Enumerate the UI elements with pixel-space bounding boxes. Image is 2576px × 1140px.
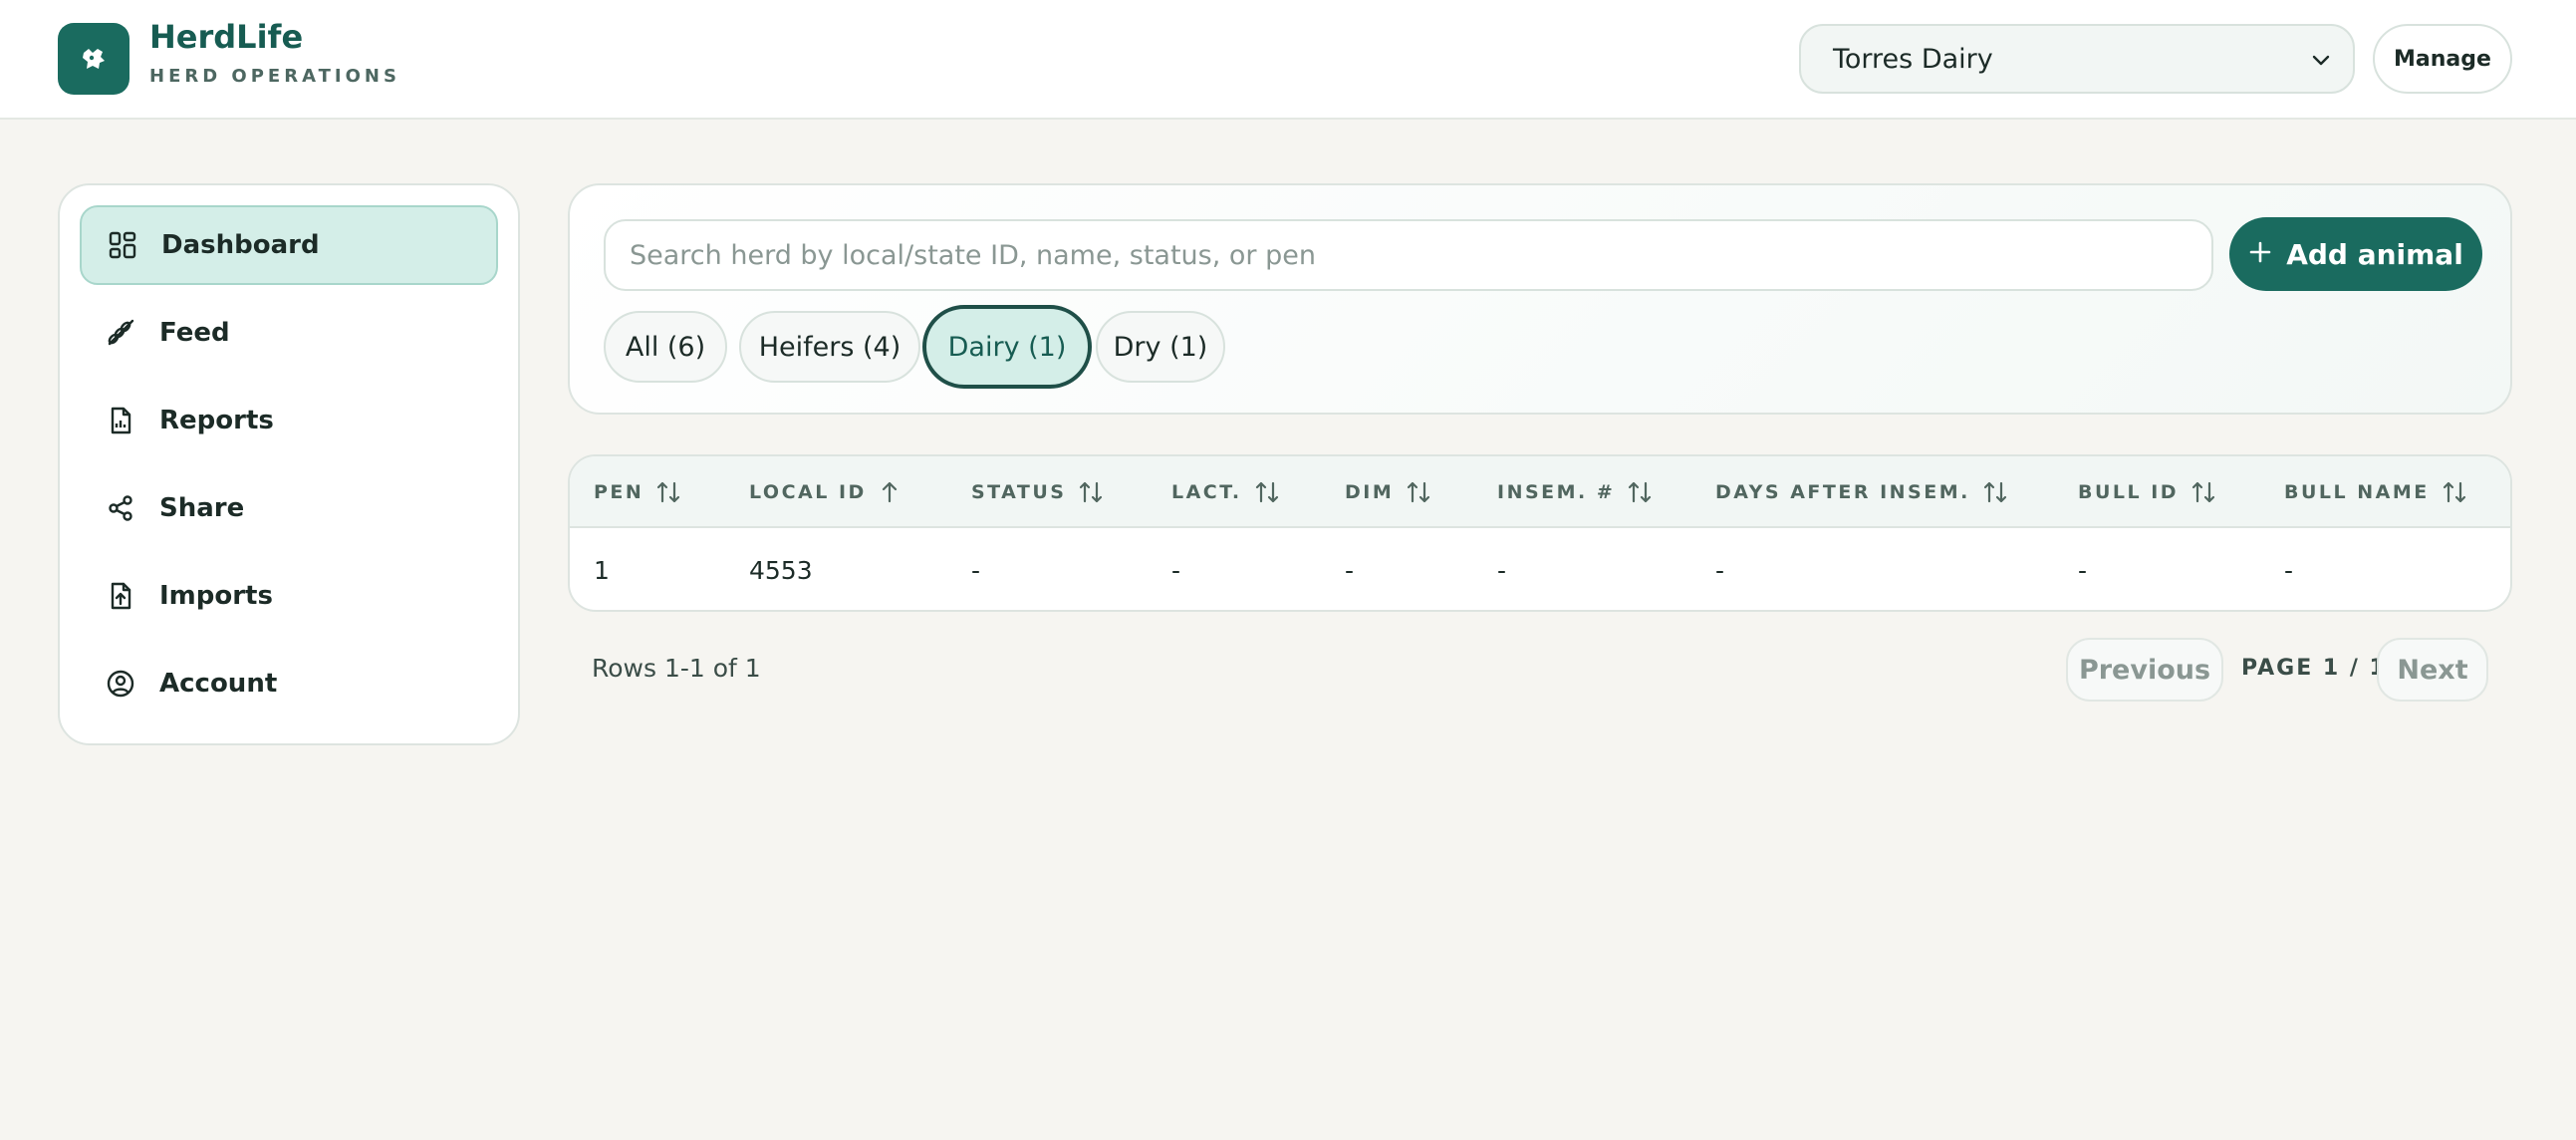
search-input[interactable]	[604, 219, 2213, 291]
filter-chip-dry[interactable]: Dry (1)	[1096, 311, 1225, 383]
column-header-bull-id[interactable]: BULL ID	[2078, 480, 2216, 504]
column-header-pen[interactable]: PEN	[594, 480, 681, 504]
add-animal-button[interactable]: Add animal	[2229, 217, 2482, 291]
share-icon	[104, 491, 137, 525]
chevron-down-icon	[2309, 48, 2333, 79]
dashboard-grid-icon	[106, 228, 139, 262]
herd-select-value: Torres Dairy	[1833, 43, 1993, 75]
column-header-local-id[interactable]: LOCAL ID	[749, 480, 901, 504]
sidebar-item-label: Imports	[159, 581, 273, 611]
report-file-icon	[104, 404, 137, 437]
plus-icon	[2248, 238, 2272, 271]
sidebar-item-dashboard[interactable]: Dashboard	[80, 205, 498, 285]
cell-bull-id: -	[2078, 556, 2088, 585]
sort-icon	[1254, 480, 1280, 504]
sidebar-item-feed[interactable]: Feed	[80, 293, 498, 373]
column-header-dim[interactable]: DIM	[1345, 480, 1431, 504]
sidebar-item-label: Share	[159, 493, 245, 523]
sort-icon	[1627, 480, 1653, 504]
cell-pen: 1	[594, 556, 610, 585]
herd-select[interactable]: Torres Dairy	[1799, 24, 2355, 94]
user-circle-icon	[104, 667, 137, 701]
cell-insem-count: -	[1497, 556, 1507, 585]
column-header-lact[interactable]: LACT.	[1171, 480, 1280, 504]
upload-file-icon	[104, 579, 137, 613]
previous-button[interactable]: Previous	[2066, 638, 2223, 702]
cell-days-after-insem: -	[1715, 556, 1725, 585]
sidebar-item-label: Reports	[159, 406, 274, 435]
sort-icon	[1982, 480, 2008, 504]
brand-subtitle: HERD OPERATIONS	[149, 66, 400, 87]
filter-chip-all[interactable]: All (6)	[604, 311, 727, 383]
table-header: PEN LOCAL ID STATUS LACT. DIM INSEM. # D…	[570, 456, 2510, 528]
filter-chip-dairy[interactable]: Dairy (1)	[922, 305, 1092, 389]
column-header-bull-name[interactable]: BULL NAME	[2284, 480, 2467, 504]
rows-info: Rows 1-1 of 1	[592, 654, 761, 683]
filter-chip-heifers[interactable]: Heifers (4)	[739, 311, 920, 383]
cell-dim: -	[1345, 556, 1355, 585]
sort-icon	[1406, 480, 1431, 504]
brand-name: HerdLife	[149, 18, 304, 56]
herd-logo-icon	[58, 23, 129, 95]
sidebar-item-label: Account	[159, 669, 278, 699]
sort-icon	[1078, 480, 1104, 504]
cell-status: -	[971, 556, 981, 585]
cell-lact: -	[1171, 556, 1181, 585]
sidebar-item-account[interactable]: Account	[80, 644, 498, 723]
next-button[interactable]: Next	[2377, 638, 2488, 702]
manage-button[interactable]: Manage	[2373, 24, 2512, 94]
sidebar-item-imports[interactable]: Imports	[80, 556, 498, 636]
sidebar-item-label: Dashboard	[161, 230, 320, 260]
column-header-status[interactable]: STATUS	[971, 480, 1104, 504]
cell-bull-name: -	[2284, 556, 2294, 585]
sidebar-item-label: Feed	[159, 318, 230, 348]
sort-icon	[2190, 480, 2216, 504]
search-card: Add animal All (6) Heifers (4) Dairy (1)…	[568, 183, 2512, 415]
top-bar: HerdLife HERD OPERATIONS Torres Dairy Ma…	[0, 0, 2576, 120]
sidebar-item-share[interactable]: Share	[80, 468, 498, 548]
sort-icon	[2442, 480, 2467, 504]
sidebar: Dashboard Feed Reports Share Imports Acc…	[58, 183, 520, 745]
add-animal-label: Add animal	[2286, 237, 2463, 271]
sort-icon	[655, 480, 681, 504]
column-header-days-after-insem[interactable]: DAYS AFTER INSEM.	[1715, 480, 2008, 504]
sort-ascending-icon	[879, 480, 901, 504]
page-indicator: PAGE 1 / 1	[2241, 656, 2387, 681]
cell-local-id: 4553	[749, 556, 813, 585]
wheat-icon	[104, 316, 137, 350]
column-header-insem-count[interactable]: INSEM. #	[1497, 480, 1653, 504]
sidebar-item-reports[interactable]: Reports	[80, 381, 498, 460]
herd-table: PEN LOCAL ID STATUS LACT. DIM INSEM. # D…	[568, 454, 2512, 612]
